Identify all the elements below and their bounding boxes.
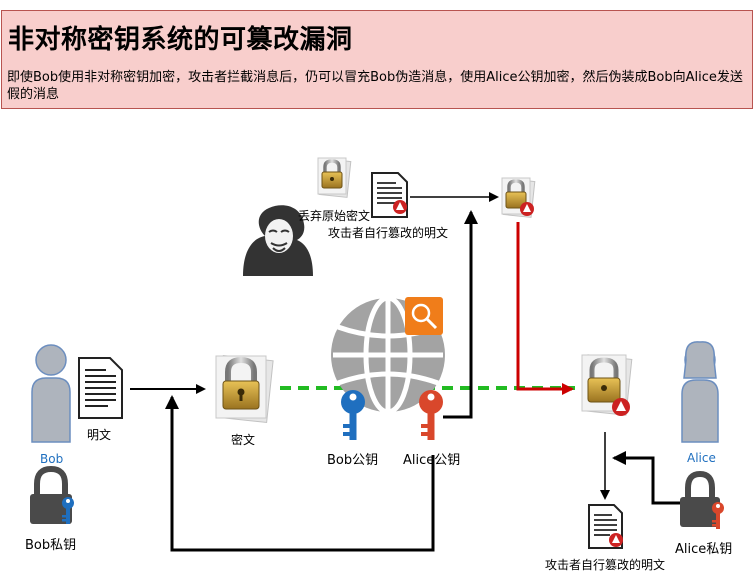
- tampered-plaintext-label-top: 攻击者自行篡改的明文: [328, 226, 449, 240]
- bob-person-icon: [31, 344, 71, 443]
- bob-public-key-label: Bob公钥: [327, 453, 379, 468]
- plaintext-label: 明文: [87, 428, 112, 442]
- ciphertext-lock-icon: [215, 355, 274, 423]
- alice-public-key-icon: [419, 390, 443, 440]
- tampered-ciphertext-lock-icon-top: [501, 177, 536, 218]
- alice-private-key-arrow: [612, 451, 680, 505]
- warning-icon: [520, 202, 534, 216]
- bob-public-key-icon: [341, 390, 365, 440]
- tampered-plaintext-label-bottom: 攻击者自行篡改的明文: [545, 558, 666, 572]
- search-icon: [405, 297, 443, 335]
- plaintext-document-icon: [78, 357, 123, 419]
- alice-person-icon: [681, 341, 719, 443]
- return-loop-arrow: [165, 395, 435, 552]
- warning-icon: [609, 533, 623, 547]
- discarded-ciphertext-lock-icon: [317, 157, 352, 198]
- tampered-document-icon-bottom: [588, 504, 623, 549]
- alice-private-key-icon: [680, 470, 724, 529]
- diagram-canvas: [30, 157, 724, 552]
- alice-private-key-label: Alice私钥: [675, 542, 733, 557]
- bob-label: Bob: [40, 452, 64, 466]
- ciphertext-label: 密文: [231, 433, 256, 447]
- warning-icon: [612, 398, 630, 416]
- alice-label: Alice: [687, 451, 716, 465]
- discard-label: 丢弃原始密文: [298, 209, 371, 223]
- alice-public-key-label: Alice公钥: [403, 453, 461, 468]
- tampered-ciphertext-lock-icon-alice: [581, 354, 633, 416]
- bob-private-key-icon: [30, 465, 74, 524]
- bob-private-key-label: Bob私钥: [25, 538, 77, 553]
- red-delivery-arrow: [516, 222, 574, 395]
- warning-icon: [393, 200, 407, 214]
- tampered-document-icon-top: [371, 172, 408, 218]
